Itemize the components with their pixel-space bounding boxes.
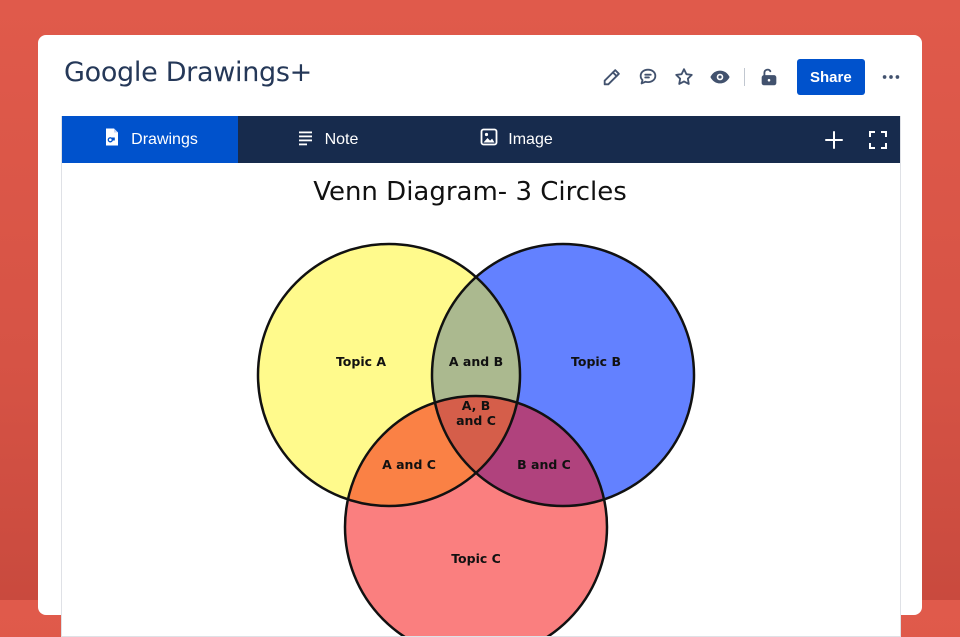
star-icon[interactable] [666, 59, 702, 95]
drawing-canvas[interactable]: Venn Diagram- 3 Circles Topic A Topic B … [62, 163, 900, 636]
tab-note[interactable]: Note [238, 116, 416, 163]
comment-icon[interactable] [630, 59, 666, 95]
app-title: Google Drawings+ [64, 57, 312, 88]
drawing-card: Google Drawings+ Share Drawings Note Ima… [38, 35, 922, 637]
label-a-and-c: A and C [382, 457, 436, 472]
tab-tools [812, 116, 900, 163]
label-abc-line1: A, B [462, 398, 491, 413]
header-actions: Share [594, 59, 909, 95]
tab-label: Note [324, 130, 359, 148]
drawing-file-icon [102, 127, 122, 152]
eye-icon[interactable] [702, 59, 738, 95]
label-topic-a: Topic A [336, 354, 386, 369]
tab-drawings[interactable]: Drawings [62, 116, 238, 163]
label-abc-line2: and C [456, 413, 496, 428]
plus-icon[interactable] [812, 116, 856, 163]
toolbar-divider [744, 68, 745, 86]
label-a-and-b: A and B [449, 354, 503, 369]
label-topic-b: Topic B [571, 354, 621, 369]
note-lines-icon [296, 127, 316, 152]
tab-label: Image [508, 130, 553, 148]
label-topic-c: Topic C [451, 551, 501, 566]
editor-tabbar: Drawings Note Image [62, 116, 900, 163]
drawing-editor: Drawings Note Image Venn Diagram- 3 Circ… [61, 116, 901, 637]
image-icon [479, 127, 499, 152]
diagram-title: Venn Diagram- 3 Circles [313, 177, 627, 207]
label-b-and-c: B and C [517, 457, 571, 472]
more-icon[interactable] [873, 59, 909, 95]
pencil-icon[interactable] [594, 59, 630, 95]
share-button[interactable]: Share [797, 59, 865, 95]
tab-image[interactable]: Image [416, 116, 616, 163]
unlock-icon[interactable] [751, 59, 787, 95]
tab-label: Drawings [131, 130, 198, 148]
fullscreen-icon[interactable] [856, 116, 900, 163]
